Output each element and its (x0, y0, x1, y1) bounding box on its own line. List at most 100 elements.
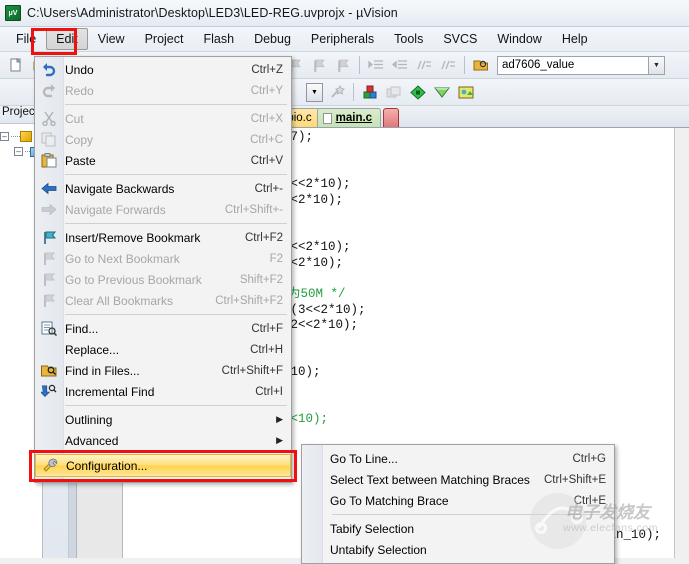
submenu-item-select-text-between-matching-braces[interactable]: Select Text between Matching BracesCtrl+… (302, 469, 614, 490)
advanced-submenu: Go To Line...Ctrl+GSelect Text between M… (301, 444, 615, 564)
menu-item-find[interactable]: Find...Ctrl+F (35, 318, 291, 339)
editor-vertical-scrollbar[interactable] (674, 128, 689, 558)
arrow-right-icon (41, 202, 57, 217)
menu-item-shortcut: Ctrl+F2 (231, 232, 283, 244)
edit-menu-item-list: UndoCtrl+ZRedoCtrl+YCutCtrl+XCopyCtrl+CP… (35, 59, 291, 451)
find-icon (41, 321, 57, 336)
menu-item-insert-remove-bookmark[interactable]: Insert/Remove BookmarkCtrl+F2 (35, 227, 291, 248)
uvision-icon (5, 5, 21, 21)
redo-icon (41, 83, 57, 98)
menubar-item-edit[interactable]: Edit (46, 28, 88, 50)
menu-item-shortcut: Ctrl+- (241, 183, 283, 195)
menubar-item-peripherals[interactable]: Peripherals (301, 28, 384, 50)
submenu-item-label: Select Text between Matching Braces (330, 473, 530, 487)
menu-item-navigate-backwards[interactable]: Navigate BackwardsCtrl+- (35, 178, 291, 199)
submenu-item-go-to-matching-brace[interactable]: Go To Matching BraceCtrl+E (302, 490, 614, 511)
submenu-item-shortcut: Ctrl+Shift+E (530, 474, 606, 486)
menu-item-paste[interactable]: PasteCtrl+V (35, 150, 291, 171)
menu-item-shortcut: Ctrl+Z (237, 64, 283, 76)
menu-item-label: Navigate Backwards (65, 182, 241, 196)
bookmark-prev-icon[interactable] (308, 55, 330, 76)
menubar-item-svcs[interactable]: SVCS (433, 28, 487, 50)
menu-item-label: Navigate Forwards (65, 203, 211, 217)
submenu-item-shortcut: Ctrl+E (560, 495, 606, 507)
toolbar2-dropdown-icon[interactable]: ▼ (306, 83, 323, 102)
target-combo-value: ad7606_value (502, 59, 574, 71)
menu-item-label: Replace... (65, 343, 236, 357)
menu-item-replace[interactable]: Replace...Ctrl+H (35, 339, 291, 360)
menu-item-configuration[interactable]: Configuration... (35, 454, 291, 477)
menu-item-undo[interactable]: UndoCtrl+Z (35, 59, 291, 80)
menu-item-label: Go to Previous Bookmark (65, 273, 226, 287)
incremental-find-icon (41, 384, 57, 399)
menu-item-shortcut: F2 (256, 253, 283, 265)
menu-item-shortcut: Shift+F2 (226, 274, 283, 286)
menu-item-label: Outlining (65, 413, 266, 427)
chevron-down-icon[interactable]: ▼ (648, 57, 664, 74)
find-in-files-icon[interactable] (470, 55, 492, 76)
tab-main-c[interactable]: main.c (317, 108, 381, 127)
build-target-icon[interactable] (359, 82, 381, 103)
menubar-item-project[interactable]: Project (135, 28, 194, 50)
toolbar-separator (353, 83, 354, 101)
menu-item-shortcut: Ctrl+X (237, 113, 283, 125)
menu-item-label: Cut (65, 112, 237, 126)
target-combo[interactable]: ad7606_value ▼ (497, 56, 665, 75)
menubar-item-tools[interactable]: Tools (384, 28, 433, 50)
menu-item-shortcut: Ctrl+Y (237, 85, 283, 97)
manage-components-icon[interactable] (407, 82, 429, 103)
menubar-item-help[interactable]: Help (552, 28, 598, 50)
chevron-right-icon: ▶ (266, 414, 283, 425)
tab-overflow-stub[interactable] (383, 108, 399, 127)
menu-item-find-in-files[interactable]: Find in Files...Ctrl+Shift+F (35, 360, 291, 381)
menu-separator (65, 405, 287, 406)
uncomment-icon[interactable] (437, 55, 459, 76)
configure-wizard-icon[interactable] (326, 82, 348, 103)
pack-installer-icon[interactable] (431, 82, 453, 103)
submenu-item-untabify-selection[interactable]: Untabify Selection (302, 539, 614, 560)
outdent-icon[interactable] (389, 55, 411, 76)
bookmark-clear-icon[interactable] (332, 55, 354, 76)
menu-item-navigate-forwards: Navigate ForwardsCtrl+Shift+- (35, 199, 291, 220)
menu-separator (65, 174, 287, 175)
menu-item-copy: CopyCtrl+C (35, 129, 291, 150)
wrench-icon (42, 458, 58, 473)
indent-icon[interactable] (365, 55, 387, 76)
menu-item-cut: CutCtrl+X (35, 108, 291, 129)
copy-layout-icon[interactable] (383, 82, 405, 103)
submenu-item-label: Go To Matching Brace (330, 494, 560, 508)
menubar-item-debug[interactable]: Debug (244, 28, 301, 50)
menu-item-label: Find... (65, 322, 237, 336)
menu-item-shortcut: Ctrl+C (236, 134, 283, 146)
tree-collapse-icon[interactable]: – (0, 132, 9, 141)
manage-environment-icon[interactable] (455, 82, 477, 103)
file-icon (323, 113, 332, 124)
edit-dropdown-menu: UndoCtrl+ZRedoCtrl+YCutCtrl+XCopyCtrl+CP… (34, 56, 292, 483)
menu-item-label: Incremental Find (65, 385, 241, 399)
menu-item-incremental-find[interactable]: Incremental FindCtrl+I (35, 381, 291, 402)
comment-icon[interactable] (413, 55, 435, 76)
bookmark-prev-icon (41, 272, 57, 287)
tab-label: main.c (336, 112, 372, 124)
submenu-item-label: Go To Line... (330, 452, 558, 466)
menu-item-shortcut: Ctrl+H (236, 344, 283, 356)
menu-item-go-to-next-bookmark: Go to Next BookmarkF2 (35, 248, 291, 269)
menu-bar: File Edit View Project Flash Debug Perip… (0, 27, 689, 52)
submenu-item-tabify-selection[interactable]: Tabify Selection (302, 518, 614, 539)
menu-item-label: Copy (65, 133, 236, 147)
menubar-item-flash[interactable]: Flash (193, 28, 244, 50)
submenu-item-go-to-line[interactable]: Go To Line...Ctrl+G (302, 448, 614, 469)
menubar-item-file[interactable]: File (6, 28, 46, 50)
toolbar-separator (464, 56, 465, 74)
undo-icon (41, 62, 57, 77)
tree-collapse-icon[interactable]: – (14, 147, 23, 156)
tree-connector (11, 136, 20, 137)
menu-item-label: Paste (65, 154, 237, 168)
menu-item-label: Clear All Bookmarks (65, 294, 201, 308)
menu-item-outlining[interactable]: Outlining▶ (35, 409, 291, 430)
menu-item-advanced[interactable]: Advanced▶ (35, 430, 291, 451)
new-file-icon[interactable] (5, 55, 27, 76)
menu-item-shortcut: Ctrl+Shift+F (208, 365, 283, 377)
menubar-item-window[interactable]: Window (487, 28, 551, 50)
menubar-item-view[interactable]: View (88, 28, 135, 50)
